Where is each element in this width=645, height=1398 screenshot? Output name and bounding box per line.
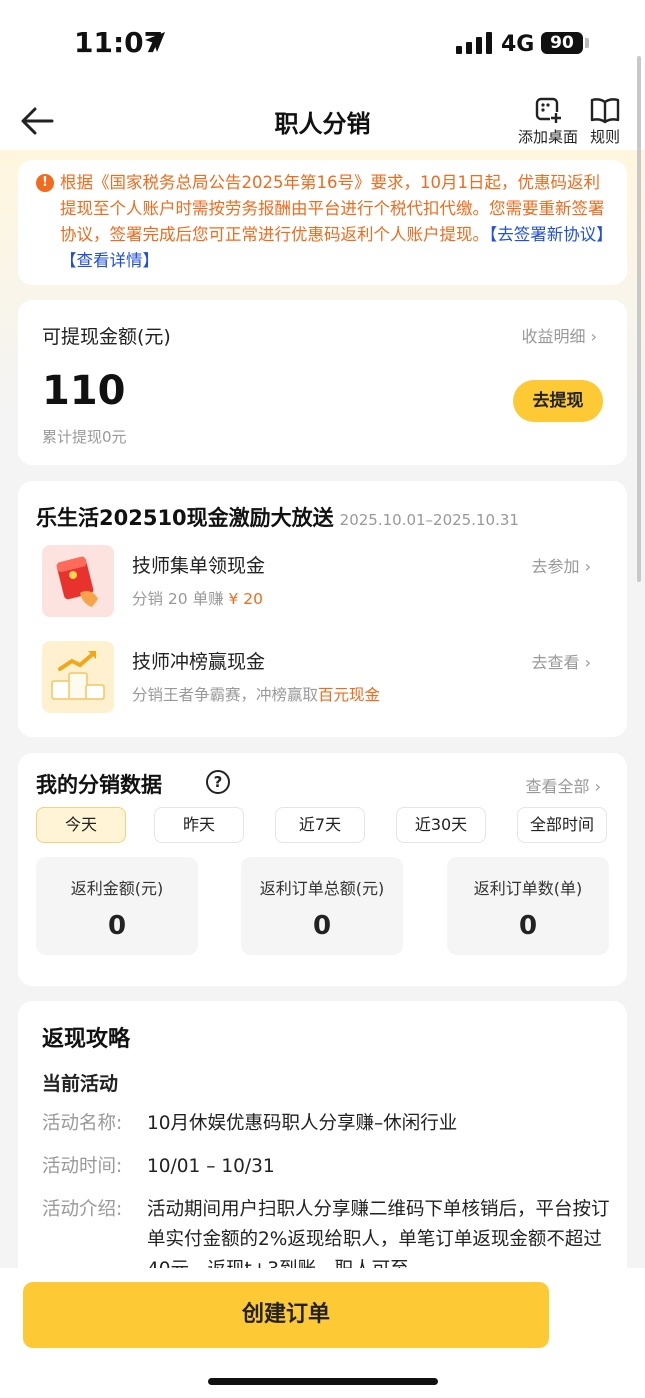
sign-agreement-link[interactable]: 【去签署新协议】 <box>489 225 613 244</box>
rules-button[interactable]: 规则 <box>588 96 622 147</box>
red-envelope-icon <box>42 545 114 617</box>
promo-title-text: 乐生活202510现金激励大放送 <box>36 506 334 530</box>
distribution-stats-card: 我的分销数据 ? 查看全部 › 今天 昨天 近7天 近30天 全部时间 返利金额… <box>18 753 627 986</box>
promo-item-sub-text: 分销 20 单赚 <box>132 590 224 608</box>
tax-notice-card: ! 根据《国家税务总局公告2025年第16号》要求，10月1日起，优惠码返利提现… <box>18 160 627 285</box>
add-desktop-label: 添加桌面 <box>517 128 578 146</box>
row-key: 活动时间: <box>42 1156 123 1177</box>
create-order-button[interactable]: 创建订单 <box>23 1282 549 1348</box>
withdraw-card: 可提现金额(元) 收益明细 › 110 累计提现0元 去提现 <box>18 300 627 465</box>
promo-item-sub-text: 分销王者争霸赛，冲榜赢取 <box>132 686 319 704</box>
promo-date: 2025.10.01–2025.10.31 <box>339 511 519 529</box>
metric-value: 0 <box>518 911 538 941</box>
add-to-desktop-button[interactable]: 添加桌面 <box>517 96 579 147</box>
home-indicator <box>208 1378 438 1385</box>
metric-label: 返利订单总额(元) <box>259 879 385 898</box>
promo-item[interactable]: 技师冲榜赢现金 分销王者争霸赛，冲榜赢取百元现金 去查看 › <box>18 641 627 721</box>
cashback-guide-card: 返现攻略 当前活动 活动名称: 10月休娱优惠码职人分享赚–休闲行业 活动时间:… <box>18 1001 627 1301</box>
promo-item-highlight: ¥ 20 <box>228 590 264 608</box>
network-type: 4G <box>501 32 535 57</box>
location-arrow-icon <box>145 32 165 52</box>
scrollbar[interactable] <box>637 56 641 582</box>
promo-item-title: 技师集单领现金 <box>132 555 266 577</box>
cellular-signal-icon <box>456 32 492 54</box>
metric-label: 返利金额(元) <box>70 879 164 898</box>
view-link[interactable]: 去查看 › <box>532 649 592 673</box>
rebate-amount-metric: 返利金额(元) 0 <box>36 857 198 955</box>
promo-title: 乐生活202510现金激励大放送 2025.10.01–2025.10.31 <box>36 502 519 532</box>
withdraw-button[interactable]: 去提现 <box>513 380 603 422</box>
warning-icon: ! <box>36 174 54 192</box>
row-value: 10月休娱优惠码职人分享赚–休闲行业 <box>147 1113 458 1134</box>
row-value: 10/01 – 10/31 <box>147 1156 275 1177</box>
add-desktop-icon <box>535 97 562 124</box>
filter-yesterday[interactable]: 昨天 <box>154 807 244 843</box>
join-link[interactable]: 去参加 › <box>532 553 592 577</box>
filter-7days[interactable]: 近7天 <box>275 807 365 843</box>
earnings-detail-link[interactable]: 收益明细 › <box>522 323 598 347</box>
promo-item-subtitle: 分销 20 单赚 ¥ 20 <box>132 587 263 609</box>
metric-label: 返利订单数(单) <box>473 879 583 898</box>
filter-all-time[interactable]: 全部时间 <box>517 807 607 843</box>
help-icon[interactable]: ? <box>206 770 230 794</box>
withdrawable-amount: 110 <box>42 368 126 414</box>
metric-value: 0 <box>107 911 127 941</box>
promo-item-title: 技师冲榜赢现金 <box>132 651 266 673</box>
battery-tip <box>585 38 589 48</box>
view-all-link[interactable]: 查看全部 › <box>526 773 602 797</box>
withdrawable-label: 可提现金额(元) <box>42 326 171 348</box>
book-icon <box>590 98 620 124</box>
rebate-order-total-metric: 返利订单总额(元) 0 <box>241 857 403 955</box>
guide-title: 返现攻略 <box>42 1027 131 1052</box>
notice-text: 根据《国家税务总局公告2025年第16号》要求，10月1日起，优惠码返利提现至个… <box>60 170 616 274</box>
promo-item[interactable]: 技师集单领现金 分销 20 单赚 ¥ 20 去参加 › <box>18 545 627 625</box>
metric-value: 0 <box>312 911 332 941</box>
battery-icon: 90 <box>541 32 583 54</box>
view-details-link[interactable]: 【查看详情】 <box>60 251 159 270</box>
filter-today[interactable]: 今天 <box>36 807 126 843</box>
podium-icon <box>42 641 114 713</box>
rules-label: 规则 <box>589 128 620 146</box>
promo-item-subtitle: 分销王者争霸赛，冲榜赢取百元现金 <box>132 683 380 705</box>
guide-subtitle: 当前活动 <box>42 1073 119 1095</box>
stats-title: 我的分销数据 <box>36 773 162 797</box>
promo-card: 乐生活202510现金激励大放送 2025.10.01–2025.10.31 技师… <box>18 481 627 737</box>
row-key: 活动名称: <box>42 1113 123 1134</box>
promo-item-highlight: 百元现金 <box>318 686 381 704</box>
filter-30days[interactable]: 近30天 <box>396 807 486 843</box>
total-withdrawn: 累计提现0元 <box>42 428 127 446</box>
rebate-order-count-metric: 返利订单数(单) 0 <box>447 857 609 955</box>
row-key: 活动介绍: <box>42 1199 123 1220</box>
